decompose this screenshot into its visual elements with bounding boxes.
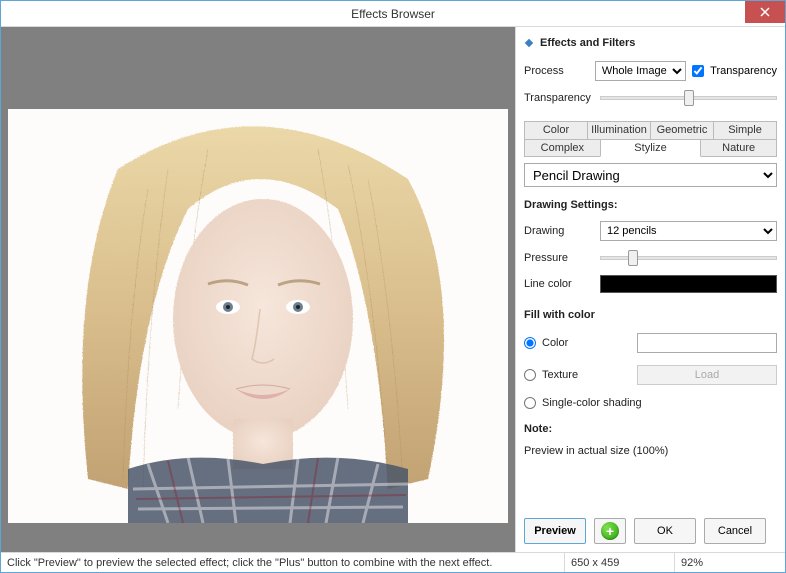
drawing-label: Drawing bbox=[524, 225, 594, 237]
plus-button[interactable]: + bbox=[594, 518, 626, 544]
linecolor-row: Line color bbox=[524, 275, 777, 293]
titlebar: Effects Browser bbox=[1, 1, 785, 27]
preview-button[interactable]: Preview bbox=[524, 518, 586, 544]
panel-header: Effects and Filters bbox=[524, 33, 777, 57]
tab-nature[interactable]: Nature bbox=[700, 139, 777, 157]
tab-complex[interactable]: Complex bbox=[524, 139, 601, 157]
effect-select[interactable]: Pencil Drawing bbox=[524, 163, 777, 187]
note-text: Preview in actual size (100%) bbox=[524, 445, 777, 457]
effects-browser-window: Effects Browser bbox=[0, 0, 786, 573]
fill-single-radio[interactable] bbox=[524, 397, 536, 409]
tab-geometric[interactable]: Geometric bbox=[650, 121, 714, 139]
linecolor-label: Line color bbox=[524, 278, 594, 290]
fill-texture-row: Texture Load bbox=[524, 365, 777, 385]
fill-color-label: Color bbox=[542, 337, 568, 349]
fill-color-radio[interactable] bbox=[524, 337, 536, 349]
drawing-row: Drawing 12 pencils bbox=[524, 221, 777, 241]
effect-tabs: Color Illumination Geometric Simple Comp… bbox=[524, 121, 777, 157]
transparency-slider[interactable] bbox=[600, 89, 777, 107]
tab-stylize[interactable]: Stylize bbox=[600, 139, 702, 157]
process-label: Process bbox=[524, 65, 589, 77]
diamond-icon bbox=[524, 38, 534, 48]
fill-texture-radio[interactable] bbox=[524, 369, 536, 381]
plus-icon: + bbox=[601, 522, 619, 540]
note-heading: Note: bbox=[524, 423, 777, 435]
fill-color-row: Color bbox=[524, 333, 777, 353]
close-button[interactable] bbox=[745, 1, 785, 23]
tab-illumination[interactable]: Illumination bbox=[587, 121, 651, 139]
tab-simple[interactable]: Simple bbox=[713, 121, 777, 139]
preview-image[interactable] bbox=[8, 109, 508, 523]
fill-texture-label: Texture bbox=[542, 369, 578, 381]
drawing-select[interactable]: 12 pencils bbox=[600, 221, 777, 241]
tab-color[interactable]: Color bbox=[524, 121, 588, 139]
status-hint: Click "Preview" to preview the selected … bbox=[1, 553, 565, 572]
panel-title: Effects and Filters bbox=[540, 37, 635, 49]
transparency-checkbox[interactable] bbox=[692, 65, 704, 77]
drawing-settings-heading: Drawing Settings: bbox=[524, 199, 777, 211]
fill-single-label: Single-color shading bbox=[542, 397, 642, 409]
pressure-slider[interactable] bbox=[600, 249, 777, 267]
transparency-checkbox-label: Transparency bbox=[710, 65, 777, 77]
fill-color-box[interactable] bbox=[637, 333, 777, 353]
transparency-label: Transparency bbox=[524, 92, 594, 104]
fill-single-row: Single-color shading bbox=[524, 397, 777, 409]
linecolor-swatch[interactable] bbox=[600, 275, 777, 293]
statusbar: Click "Preview" to preview the selected … bbox=[1, 552, 785, 572]
load-button[interactable]: Load bbox=[637, 365, 777, 385]
close-icon bbox=[760, 7, 770, 17]
ok-button[interactable]: OK bbox=[634, 518, 696, 544]
process-select[interactable]: Whole Image bbox=[595, 61, 686, 81]
preview-area bbox=[1, 27, 515, 552]
transparency-row: Transparency bbox=[524, 89, 777, 107]
cancel-button[interactable]: Cancel bbox=[704, 518, 766, 544]
fill-heading: Fill with color bbox=[524, 309, 777, 321]
process-row: Process Whole Image Transparency bbox=[524, 61, 777, 81]
window-body: Effects and Filters Process Whole Image … bbox=[1, 27, 785, 552]
status-zoom: 92% bbox=[675, 553, 785, 572]
status-dimensions: 650 x 459 bbox=[565, 553, 675, 572]
pressure-row: Pressure bbox=[524, 249, 777, 267]
effects-panel: Effects and Filters Process Whole Image … bbox=[515, 27, 785, 552]
pressure-label: Pressure bbox=[524, 252, 594, 264]
action-buttons: Preview + OK Cancel bbox=[524, 508, 777, 544]
window-title: Effects Browser bbox=[1, 7, 785, 21]
